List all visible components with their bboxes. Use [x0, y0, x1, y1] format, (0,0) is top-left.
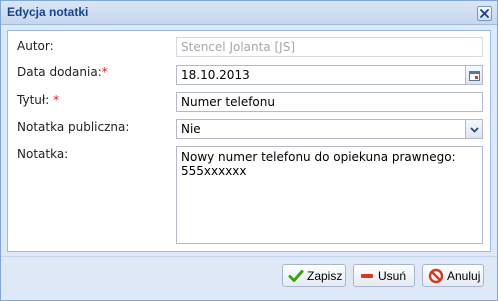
chevron-down-icon [470, 127, 479, 133]
public-note-label: Notatka publiczna: [17, 120, 130, 134]
note-label: Notatka: [17, 147, 69, 161]
delete-button[interactable]: Usuń [353, 264, 415, 287]
date-picker-button[interactable] [466, 65, 483, 85]
note-textarea[interactable]: Nowy numer telefonu do opiekuna prawnego… [176, 146, 483, 244]
public-note-select[interactable]: Nie [176, 119, 466, 139]
title-label-text: Tytuł: [17, 93, 50, 107]
date-label: Data dodania:* [17, 65, 108, 79]
calendar-icon [469, 71, 480, 81]
delete-label: Usuń [378, 269, 407, 283]
title-field[interactable]: Numer telefonu [176, 92, 483, 112]
cancel-label: Anuluj [447, 269, 481, 283]
cancel-button[interactable]: Anuluj [422, 264, 484, 287]
required-mark: * [101, 65, 108, 79]
required-mark: * [53, 93, 60, 107]
date-label-text: Data dodania: [17, 65, 102, 79]
author-field: Stencel Jolanta [JS] [176, 37, 483, 57]
dialog-titlebar: Edycja notatki [1, 1, 497, 25]
author-label: Autor: [17, 39, 54, 53]
save-label: Zapisz [307, 269, 343, 283]
save-button[interactable]: Zapisz [282, 264, 346, 287]
date-field[interactable]: 18.10.2013 [176, 65, 466, 85]
dialog-title: Edycja notatki [7, 5, 89, 19]
check-icon [288, 270, 304, 282]
no-entry-icon [428, 268, 444, 284]
title-label: Tytuł: * [17, 93, 59, 107]
minus-icon [361, 274, 373, 278]
note-edit-dialog: Edycja notatki Autor: Stencel Jolanta [J… [0, 0, 498, 301]
public-note-dropdown-button[interactable] [466, 119, 483, 139]
form-panel: Autor: Stencel Jolanta [JS] Data dodania… [7, 30, 491, 252]
close-button[interactable] [477, 6, 492, 21]
footer-divider [1, 256, 497, 257]
close-icon [480, 9, 489, 18]
